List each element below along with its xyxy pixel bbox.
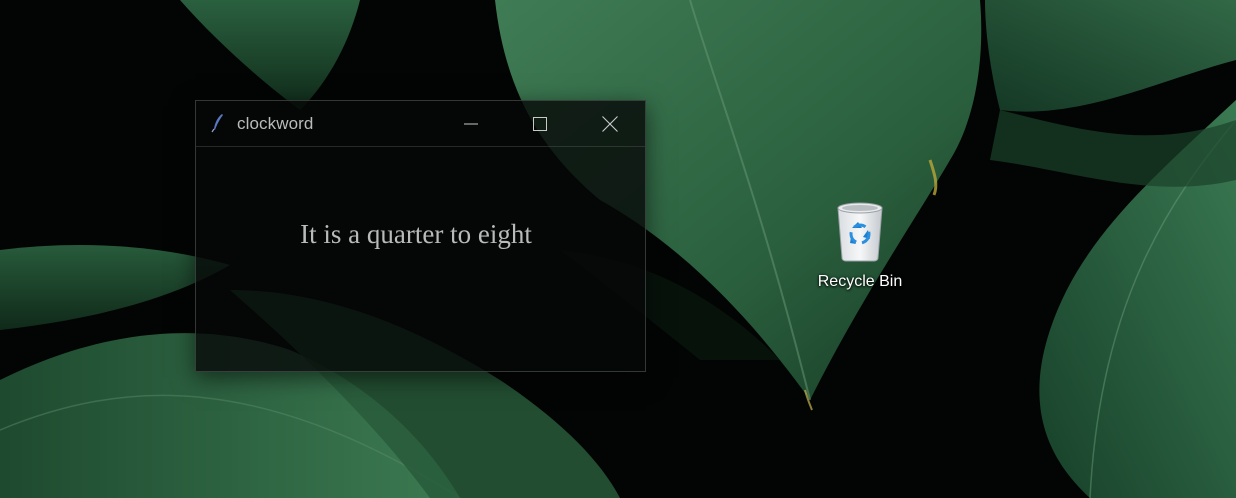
clockword-window[interactable]: clockword It is a quarter to eight (195, 100, 646, 372)
window-titlebar[interactable]: clockword (196, 101, 645, 147)
feather-icon (210, 113, 226, 133)
maximize-icon (533, 116, 547, 131)
minimize-button[interactable] (437, 101, 505, 146)
window-title: clockword (237, 114, 314, 133)
recycle-bin-shortcut[interactable]: Recycle Bin (806, 194, 914, 298)
recycle-bin-label: Recycle Bin (817, 273, 903, 290)
minimize-icon (464, 123, 478, 124)
clock-text: It is a quarter to eight (300, 219, 532, 249)
maximize-button[interactable] (506, 101, 574, 146)
recycle-bin-icon (837, 202, 883, 262)
close-icon (602, 115, 618, 132)
desktop: clockword It is a quarter to eight Recyc… (0, 0, 1236, 498)
close-button[interactable] (576, 101, 644, 146)
